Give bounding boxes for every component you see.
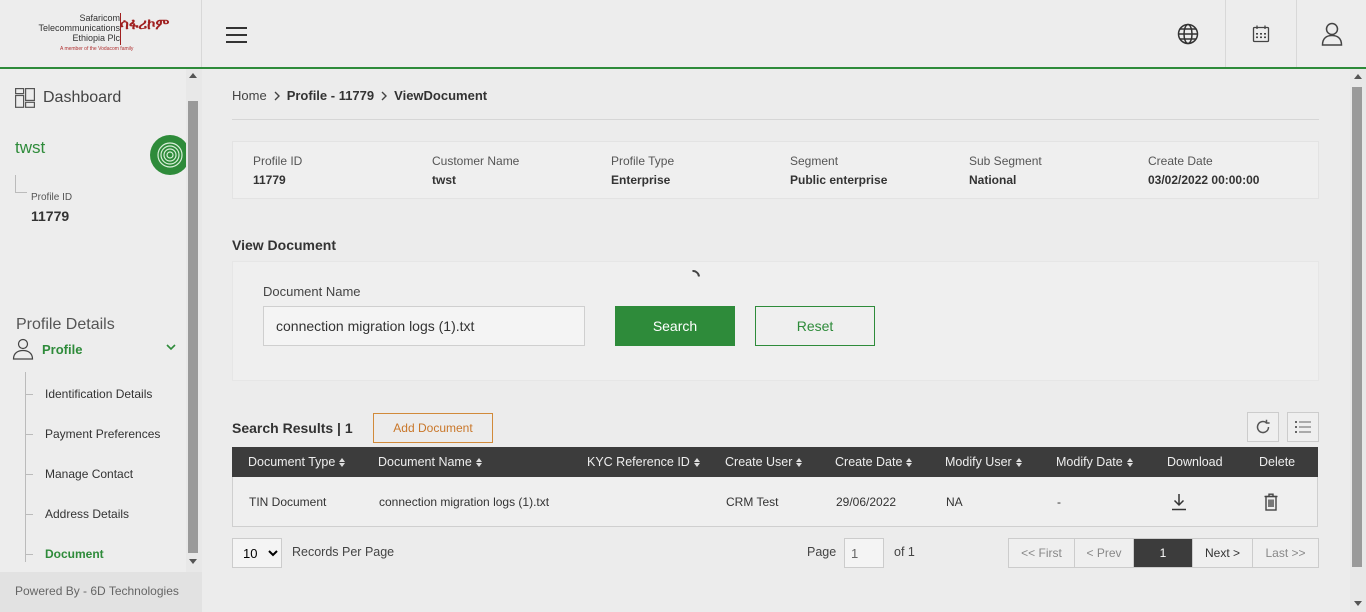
add-document-button[interactable]: Add Document xyxy=(373,413,493,443)
current-page-button[interactable]: 1 xyxy=(1134,539,1193,567)
column-header-create-user[interactable]: Create User xyxy=(725,455,803,469)
column-header-modify-date[interactable]: Modify Date xyxy=(1056,455,1133,469)
column-header-document-name[interactable]: Document Name xyxy=(378,455,482,469)
info-create-date: Create Date 03/02/2022 00:00:00 xyxy=(1148,154,1260,187)
download-icon[interactable] xyxy=(1171,493,1187,514)
sidebar-profile-label: Profile xyxy=(42,341,83,357)
column-header-download: Download xyxy=(1167,455,1223,469)
sort-icon xyxy=(796,457,803,467)
sidebar-customer-name: twst xyxy=(15,138,46,157)
delete-icon[interactable] xyxy=(1264,493,1278,514)
search-results-title: Search Results | 1 xyxy=(232,420,353,436)
calendar-icon[interactable] xyxy=(1226,0,1296,67)
breadcrumb-profile[interactable]: Profile - 11779 xyxy=(287,88,374,103)
page-number-input[interactable] xyxy=(844,538,884,568)
next-page-button[interactable]: Next > xyxy=(1193,539,1253,567)
breadcrumb-current: ViewDocument xyxy=(394,88,488,103)
sort-icon xyxy=(1126,457,1133,467)
reset-button[interactable]: Reset xyxy=(755,306,875,346)
sort-icon xyxy=(693,457,700,467)
sort-icon xyxy=(475,457,482,467)
user-icon[interactable] xyxy=(1297,0,1366,67)
fingerprint-icon[interactable] xyxy=(150,135,190,175)
sidebar-scrollbar[interactable] xyxy=(186,69,202,572)
records-per-page-label: Records Per Page xyxy=(292,545,395,559)
document-name-input[interactable] xyxy=(263,306,585,346)
profile-info-card: Profile ID 11779 Customer Name twst Profil… xyxy=(232,141,1319,199)
table-header: Document Type Document Name KYC Referenc… xyxy=(232,447,1318,477)
dashboard-icon xyxy=(15,88,35,108)
sort-icon xyxy=(906,457,913,467)
view-document-title: View Document xyxy=(232,237,336,253)
logo-text-en: Safaricom Telecommunications Ethiopia Pl… xyxy=(38,13,120,43)
menu-icon[interactable] xyxy=(226,27,248,47)
first-page-button[interactable]: << First xyxy=(1009,539,1075,567)
app-header: Safaricom Telecommunications Ethiopia Pl… xyxy=(0,0,1366,69)
column-header-document-type[interactable]: Document Type xyxy=(248,455,346,469)
chevron-right-icon xyxy=(274,91,280,100)
chevron-down-icon xyxy=(166,344,176,351)
search-button[interactable]: Search xyxy=(615,306,735,346)
profile-details-title: Profile Details xyxy=(16,316,115,333)
pagination: << First < Prev 1 Next > Last >> xyxy=(1008,538,1319,568)
breadcrumb-home[interactable]: Home xyxy=(232,88,267,103)
sort-icon xyxy=(339,457,346,467)
cell-document-name: connection migration logs (1).txt xyxy=(379,495,550,509)
logo-tagline: A member of the Vodacom family xyxy=(60,46,134,52)
table-row: TIN Document connection migration logs (… xyxy=(232,477,1318,527)
sidebar-item-payment-preferences[interactable]: Payment Preferences xyxy=(24,427,160,441)
document-name-label: Document Name xyxy=(263,284,361,299)
sidebar-item-address-details[interactable]: Address Details xyxy=(24,507,129,521)
column-header-modify-user[interactable]: Modify User xyxy=(945,455,1022,469)
refresh-icon[interactable] xyxy=(1247,412,1279,442)
footer-powered-by: Powered By - 6D Technologies xyxy=(0,572,202,612)
sidebar-profile-id-label: Profile ID xyxy=(31,192,73,203)
sort-icon xyxy=(1015,457,1022,467)
sidebar-item-dashboard[interactable]: Dashboard xyxy=(15,88,121,108)
info-segment: Segment Public enterprise xyxy=(790,154,888,187)
info-customer-name: Customer Name twst xyxy=(432,154,520,187)
sidebar-item-profile[interactable]: Profile xyxy=(12,337,186,361)
column-list-icon[interactable] xyxy=(1287,412,1319,442)
sidebar-item-identification-details[interactable]: Identification Details xyxy=(24,387,152,401)
records-per-page-select[interactable]: 10 xyxy=(232,538,282,568)
sidebar-profile-id-value: 11779 xyxy=(31,208,70,224)
cell-modify-date: - xyxy=(1057,495,1061,509)
cell-document-type: TIN Document xyxy=(249,495,327,509)
main-scrollbar[interactable] xyxy=(1350,69,1366,612)
column-header-create-date[interactable]: Create Date xyxy=(835,455,913,469)
cell-modify-user: NA xyxy=(946,495,963,509)
last-page-button[interactable]: Last >> xyxy=(1253,539,1318,567)
cell-create-date: 29/06/2022 xyxy=(836,495,897,509)
person-icon xyxy=(12,338,34,360)
info-sub-segment: Sub Segment National xyxy=(969,154,1042,187)
info-profile-type: Profile Type Enterprise xyxy=(611,154,675,187)
dashboard-label: Dashboard xyxy=(43,89,122,106)
globe-icon[interactable] xyxy=(1170,0,1206,67)
page-total-label: of 1 xyxy=(894,545,915,559)
chevron-right-icon xyxy=(381,91,388,100)
breadcrumb: Home Profile - 11779 ViewDocument xyxy=(232,88,487,103)
cell-create-user: CRM Test xyxy=(726,495,779,509)
page-label: Page xyxy=(807,545,837,559)
column-header-delete: Delete xyxy=(1259,455,1296,469)
documents-table: Document Type Document Name KYC Referenc… xyxy=(232,447,1318,527)
logo-text-am: ሳፋሪኮም xyxy=(120,16,170,33)
column-header-kyc-reference-id[interactable]: KYC Reference ID xyxy=(587,455,700,469)
company-logo[interactable]: Safaricom Telecommunications Ethiopia Pl… xyxy=(0,0,202,67)
info-profile-id: Profile ID 11779 xyxy=(253,154,303,187)
sidebar-item-document[interactable]: Document xyxy=(25,547,104,561)
prev-page-button[interactable]: < Prev xyxy=(1075,539,1134,567)
sidebar-item-manage-contact[interactable]: Manage Contact xyxy=(24,467,133,481)
